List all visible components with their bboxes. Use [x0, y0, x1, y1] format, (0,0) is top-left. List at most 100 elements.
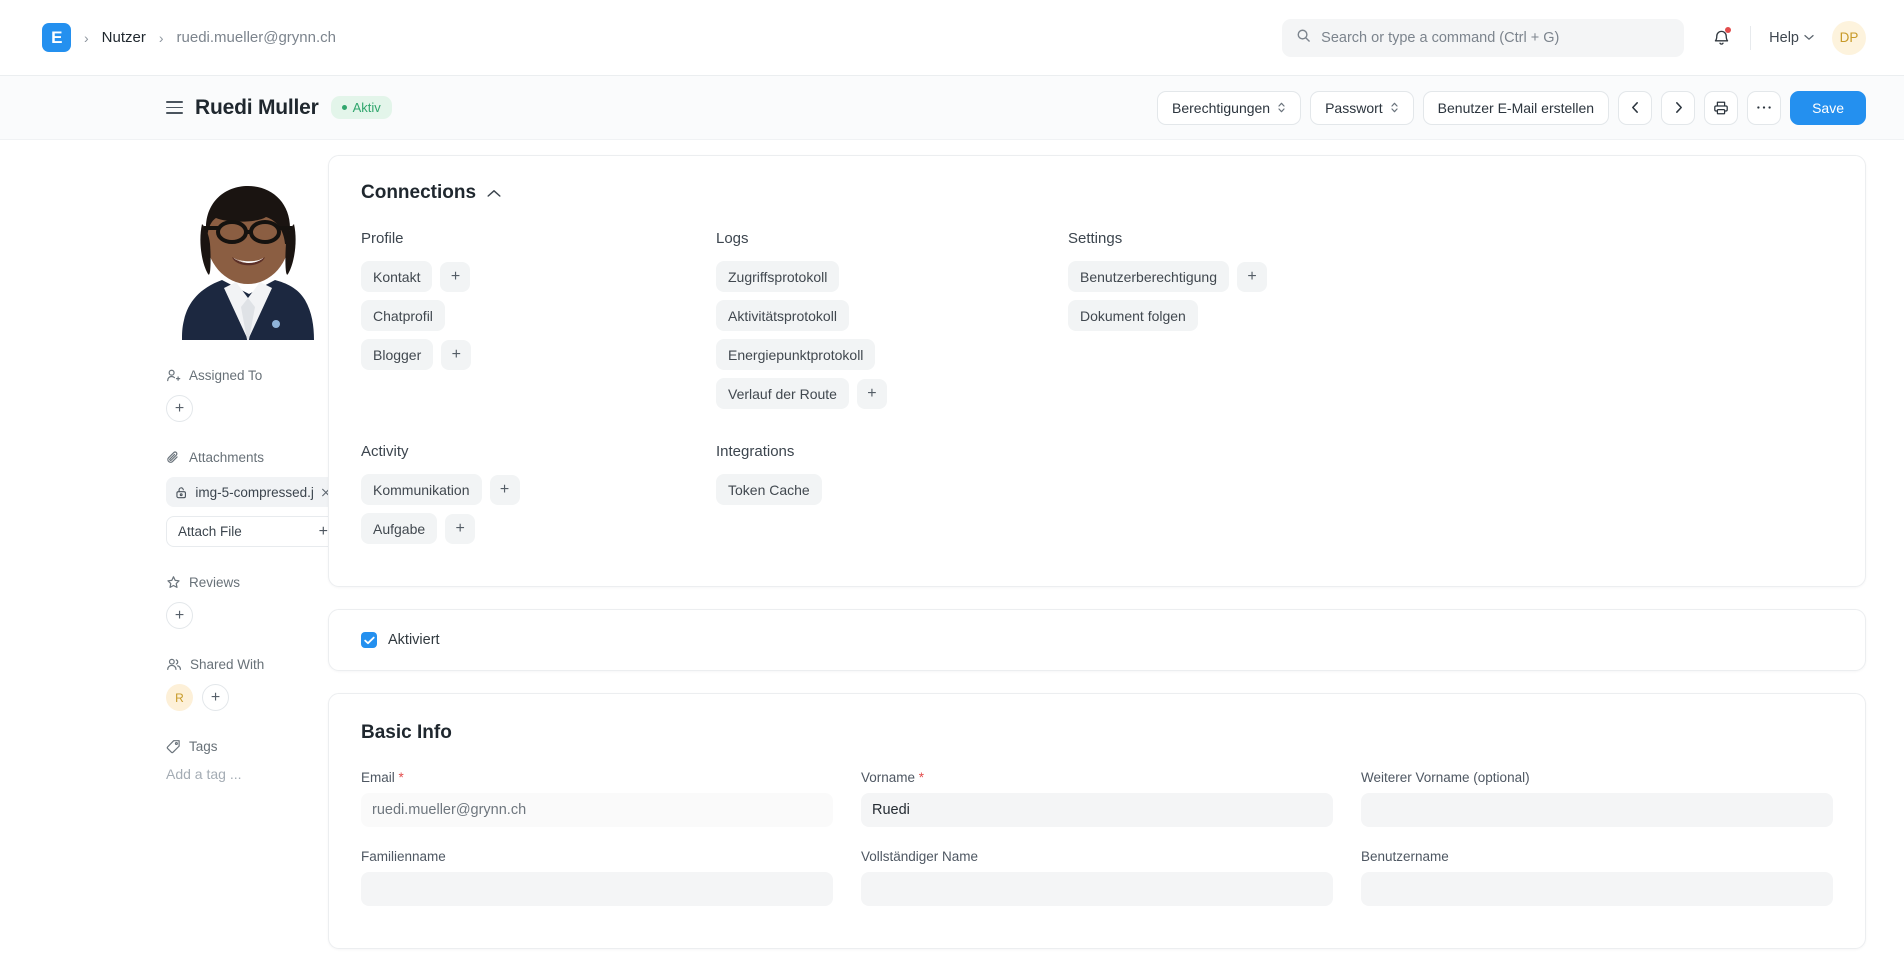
help-menu-button[interactable]: Help: [1769, 30, 1814, 46]
connection-link-verlauf-der-route[interactable]: Verlauf der Route: [716, 378, 849, 409]
sidebar-section-attachments: Attachments img-5-compressed.jpg Attach …: [166, 450, 340, 547]
connection-link-row: Token Cache: [716, 474, 1068, 505]
connection-link-kommunikation[interactable]: Kommunikation: [361, 474, 482, 505]
add-aufgabe-button[interactable]: +: [445, 513, 476, 544]
passwort-button[interactable]: Passwort: [1310, 90, 1414, 125]
add-verlauf-der-route-button[interactable]: +: [856, 378, 887, 409]
attachment-file-name: img-5-compressed.jpg: [195, 484, 314, 500]
berechtigungen-label: Berechtigungen: [1172, 99, 1271, 116]
berechtigungen-button[interactable]: Berechtigungen: [1157, 90, 1302, 125]
page-toolbar: Ruedi Muller Aktiv Berechtigungen Passwo…: [0, 76, 1904, 140]
updown-arrows-icon: [1390, 101, 1399, 114]
attachment-item[interactable]: img-5-compressed.jpg: [166, 477, 340, 507]
weiterer-vorname-field[interactable]: [1361, 793, 1833, 827]
add-tag-input[interactable]: Add a tag ...: [166, 766, 328, 782]
vorname-field[interactable]: [861, 793, 1333, 827]
connection-link-row: Dokument folgen: [1068, 300, 1833, 331]
aktiviert-checkbox[interactable]: [361, 632, 377, 648]
familienname-field[interactable]: [361, 872, 833, 906]
reviews-label: Reviews: [189, 575, 241, 590]
connections-header[interactable]: Connections: [361, 182, 1833, 204]
assigned-to-label: Assigned To: [189, 368, 263, 383]
add-review-button[interactable]: +: [166, 602, 193, 629]
benutzername-field[interactable]: [1361, 872, 1833, 906]
connection-group-logs: Logs Zugriffsprotokoll Aktivitätsprotoko…: [716, 230, 1068, 417]
connection-link-benutzerberechtigung[interactable]: Benutzerberechtigung: [1068, 261, 1229, 292]
connection-link-chatprofil[interactable]: Chatprofil: [361, 300, 445, 331]
add-kommunikation-button[interactable]: +: [489, 474, 520, 505]
next-document-button[interactable]: [1661, 90, 1696, 125]
add-shared-user-button[interactable]: +: [202, 684, 229, 711]
chevron-down-icon: [1804, 34, 1814, 40]
label-text: Vorname: [861, 770, 916, 785]
benutzer-email-erstellen-button[interactable]: Benutzer E-Mail erstellen: [1422, 90, 1610, 125]
field-familienname: Familienname: [361, 849, 833, 906]
status-dot-icon: [341, 105, 347, 110]
connection-link-token-cache[interactable]: Token Cache: [716, 474, 822, 505]
connection-link-zugriffsprotokoll[interactable]: Zugriffsprotokoll: [716, 261, 840, 292]
shared-user-avatar[interactable]: R: [166, 684, 193, 711]
breadcrumb-separator-2: ›: [158, 29, 164, 46]
attach-file-button[interactable]: Attach File +: [166, 516, 340, 547]
connection-link-dokument-folgen[interactable]: Dokument folgen: [1068, 300, 1198, 331]
required-marker: *: [394, 770, 404, 785]
notifications-button[interactable]: [1710, 26, 1732, 50]
connection-link-aufgabe[interactable]: Aufgabe: [361, 513, 438, 544]
page-title: Ruedi Muller: [195, 95, 319, 119]
check-icon: [363, 636, 375, 644]
connection-link-row: Verlauf der Route +: [716, 378, 1068, 409]
field-label-email: Email *: [361, 770, 833, 785]
connection-link-row: Aufgabe +: [361, 513, 716, 544]
more-options-button[interactable]: [1747, 90, 1782, 125]
main-content: Connections Profile Kontakt + Chatprofil: [328, 140, 1866, 964]
required-marker: *: [915, 770, 925, 785]
passwort-label: Passwort: [1325, 99, 1383, 116]
add-assignment-button[interactable]: +: [166, 395, 193, 422]
email-field[interactable]: [361, 793, 833, 827]
user-avatar[interactable]: DP: [1832, 20, 1866, 55]
basic-info-form: Email * Familienname Vorname *: [361, 770, 1833, 928]
print-button[interactable]: [1704, 90, 1739, 125]
navbar-actions: Help DP: [1710, 20, 1866, 55]
connection-link-row: Energiepunktprotokoll: [716, 339, 1068, 370]
attach-file-plus-icon: +: [318, 522, 328, 540]
field-label-familienname: Familienname: [361, 849, 446, 864]
aktiviert-label: Aktiviert: [388, 632, 440, 648]
sidebar-toggle-icon[interactable]: [166, 100, 183, 115]
group-label-integrations: Integrations: [716, 443, 795, 460]
connection-link-row: Chatprofil: [361, 300, 716, 331]
group-label-settings: Settings: [1068, 230, 1123, 247]
notification-badge-dot: [1725, 26, 1732, 33]
field-benutzername: Benutzername: [1361, 849, 1833, 906]
add-kontakt-button[interactable]: +: [440, 261, 471, 292]
vollstaendiger-name-field[interactable]: [861, 872, 1333, 906]
save-button[interactable]: Save: [1790, 90, 1866, 125]
page-toolbar-left: Ruedi Muller Aktiv: [166, 96, 392, 120]
connection-link-row: Zugriffsprotokoll: [716, 261, 1068, 292]
search-input[interactable]: Search or type a command (Ctrl + G): [1282, 18, 1685, 57]
connection-link-aktivitaetsprotokoll[interactable]: Aktivitätsprotokoll: [716, 300, 849, 331]
connection-group-profile: Profile Kontakt + Chatprofil Blogger +: [361, 230, 716, 417]
connection-link-kontakt[interactable]: Kontakt: [361, 261, 433, 292]
tags-label: Tags: [189, 739, 218, 754]
add-benutzerberechtigung-button[interactable]: +: [1237, 261, 1267, 292]
field-vollstaendiger-name: Vollständiger Name: [861, 849, 1333, 906]
breadcrumb-item-current[interactable]: ruedi.mueller@grynn.ch: [177, 29, 336, 46]
connection-group-settings: Settings Benutzerberechtigung + Dokument…: [1068, 230, 1833, 417]
sidebar-section-reviews: Reviews +: [166, 575, 328, 629]
connection-link-row: Kommunikation +: [361, 474, 716, 505]
search-icon: [1296, 28, 1311, 48]
assigned-to-header: Assigned To: [166, 368, 328, 383]
add-blogger-button[interactable]: +: [441, 339, 472, 370]
chevron-left-icon: [1631, 102, 1638, 113]
chevron-up-icon[interactable]: [487, 189, 501, 198]
previous-document-button[interactable]: [1618, 90, 1653, 125]
connection-link-energiepunktprotokoll[interactable]: Energiepunktprotokoll: [716, 339, 876, 370]
connection-link-blogger[interactable]: Blogger: [361, 339, 434, 370]
chevron-right-icon: [1675, 102, 1682, 113]
user-portrait-image: [166, 162, 330, 340]
field-weiterer-vorname: Weiterer Vorname (optional): [1361, 770, 1833, 827]
top-navbar: E › Nutzer › ruedi.mueller@grynn.ch Sear…: [0, 0, 1904, 76]
breadcrumb-item-nutzer[interactable]: Nutzer: [102, 29, 146, 46]
app-logo[interactable]: E: [42, 23, 71, 52]
